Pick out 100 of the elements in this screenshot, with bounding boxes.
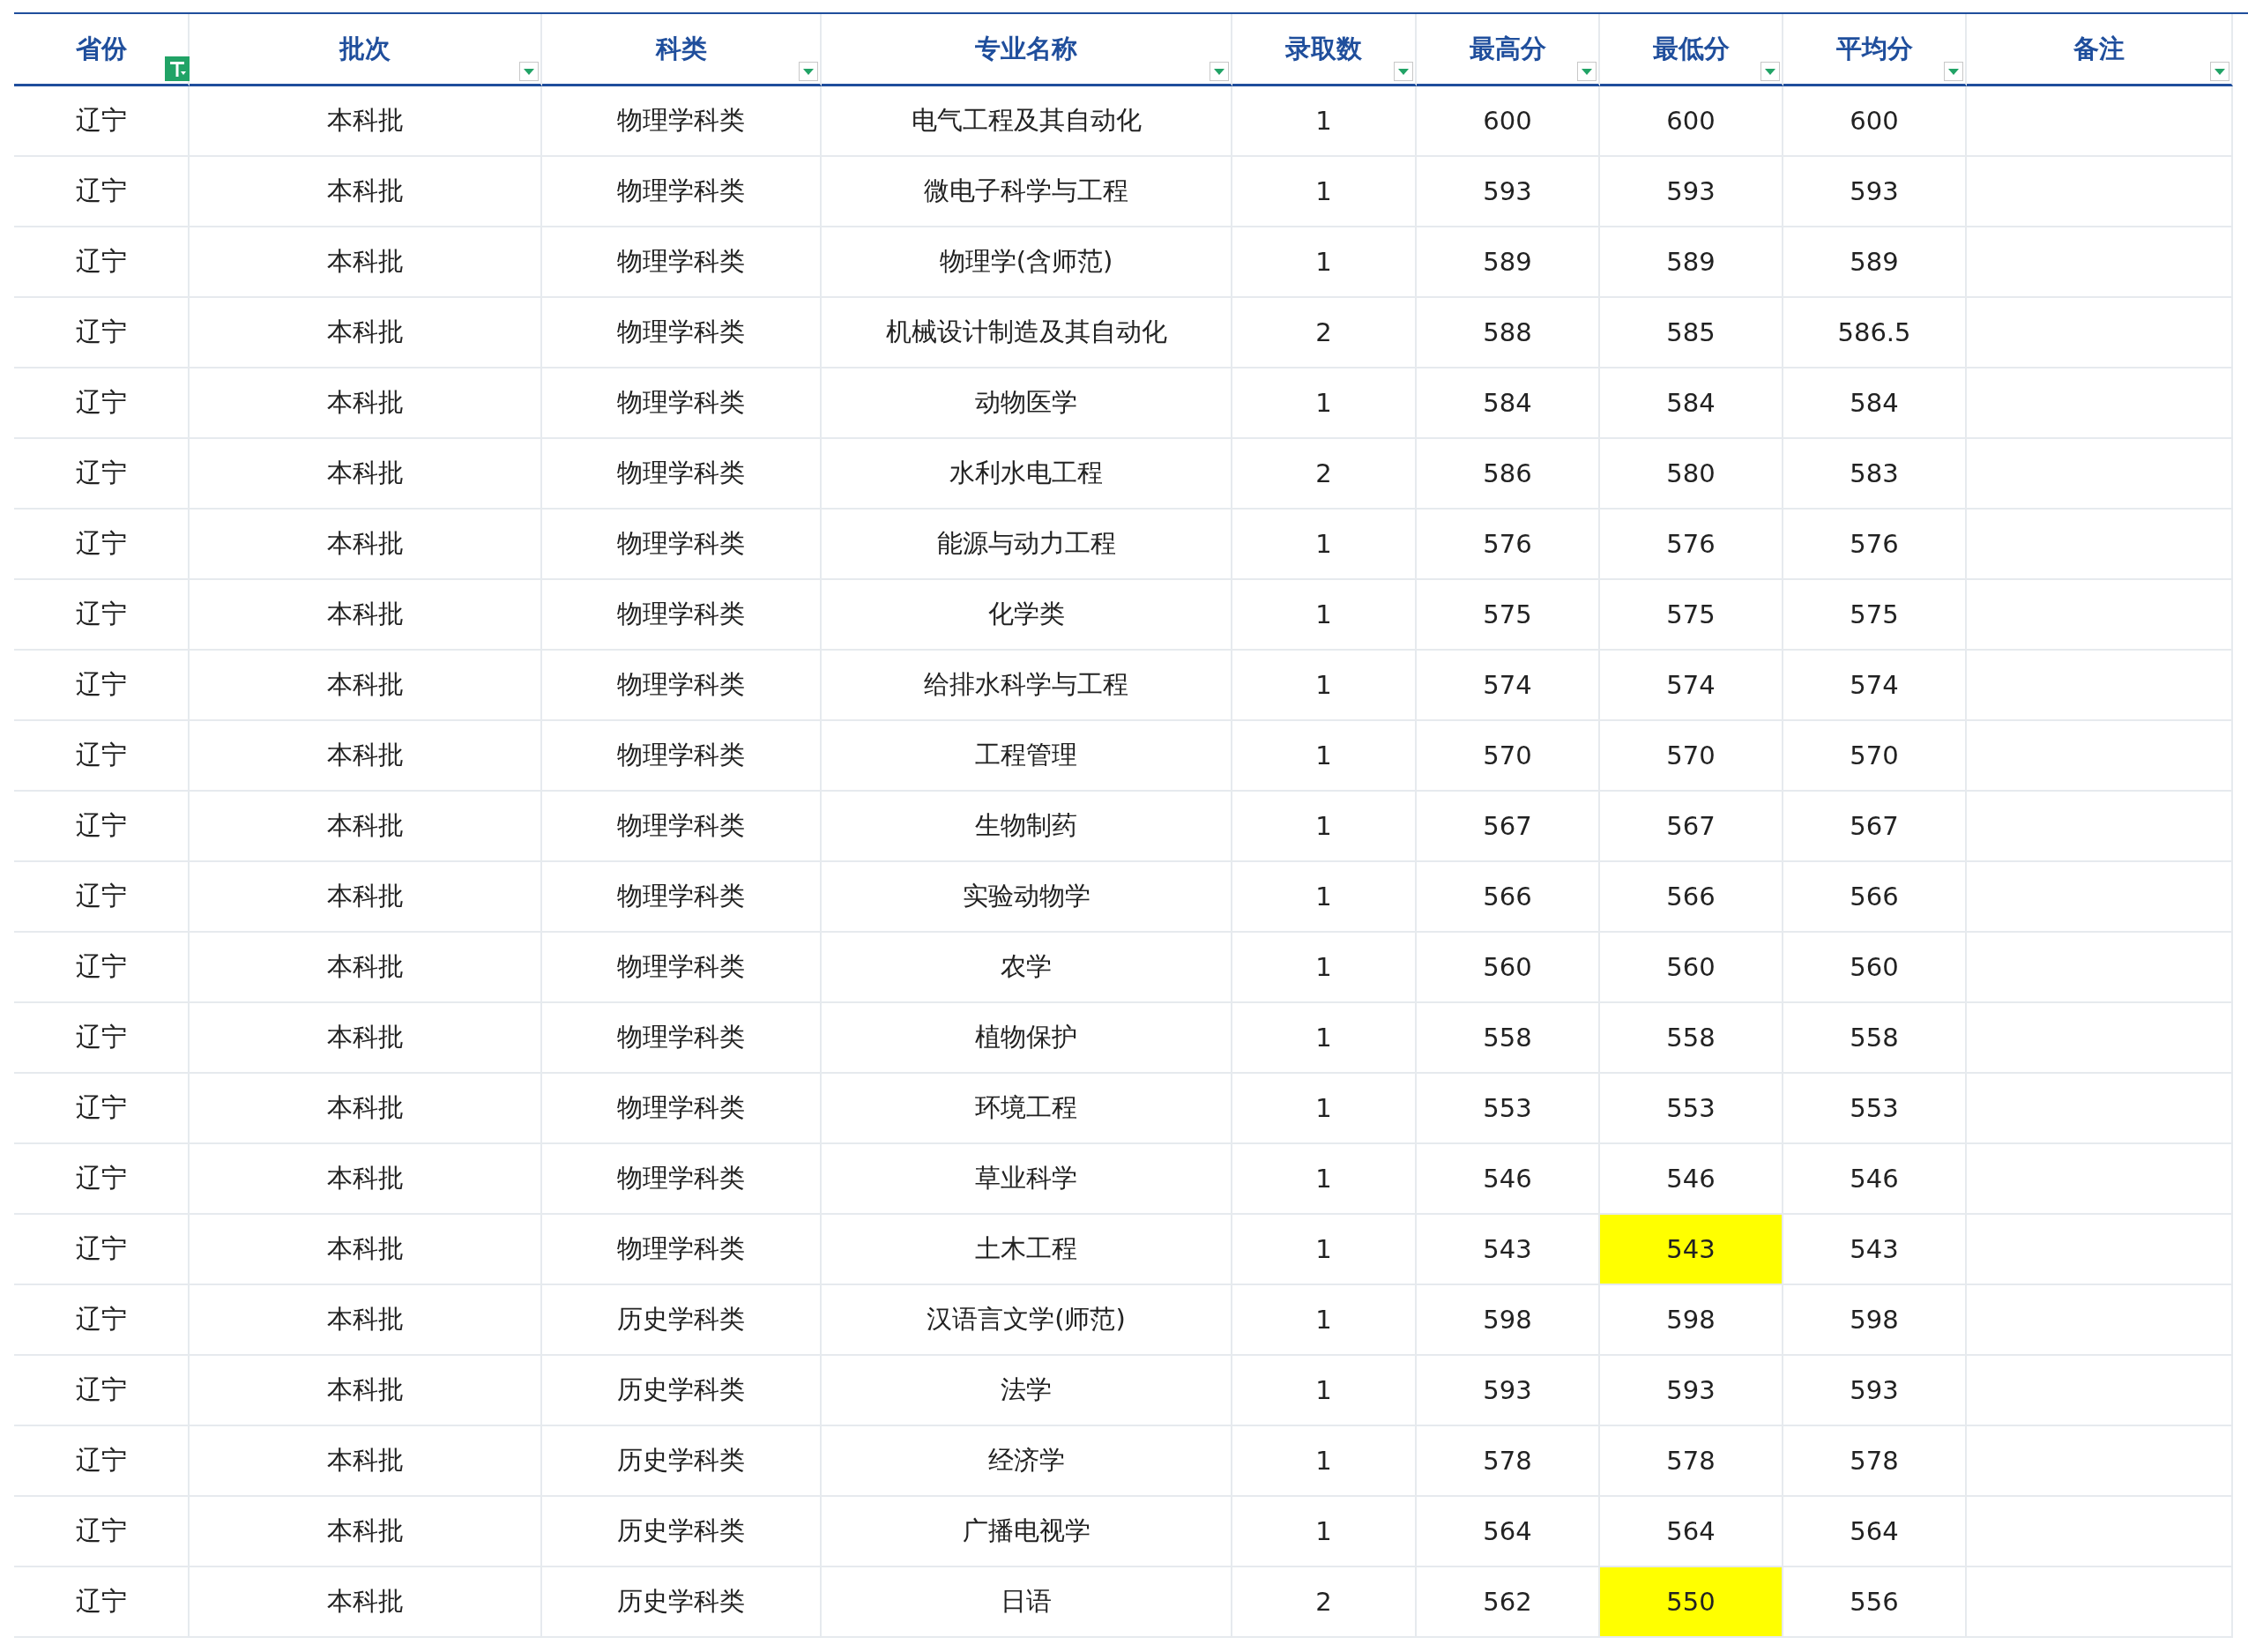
table-cell: 1	[1232, 1497, 1417, 1567]
table-cell: 本科批	[190, 368, 542, 439]
table-cell: 543	[1783, 1215, 1967, 1285]
table-cell: 本科批	[190, 510, 542, 580]
dropdown-icon[interactable]	[519, 62, 539, 81]
table-cell: 585	[1600, 298, 1783, 368]
table-cell: 给排水科学与工程	[822, 651, 1232, 721]
table-cell: 586.5	[1783, 298, 1967, 368]
table-cell: 本科批	[190, 1426, 542, 1497]
table-cell: 567	[1417, 792, 1600, 862]
table-cell: 物理学(含师范)	[822, 227, 1232, 298]
table-cell: 567	[1783, 792, 1967, 862]
table-cell: 580	[1600, 439, 1783, 510]
table-cell: 辽宁	[14, 1074, 190, 1144]
table-cell: 辽宁	[14, 862, 190, 933]
table-cell: 辽宁	[14, 368, 190, 439]
table-cell: 553	[1417, 1074, 1600, 1144]
table-cell: 本科批	[190, 1003, 542, 1074]
table-cell: 574	[1783, 651, 1967, 721]
table-cell: 物理学科类	[542, 86, 822, 157]
table-cell: 593	[1600, 1356, 1783, 1426]
table-cell: 微电子科学与工程	[822, 157, 1232, 227]
table-cell: 550	[1600, 1567, 1783, 1638]
table-cell: 植物保护	[822, 1003, 1232, 1074]
table-cell: 578	[1417, 1426, 1600, 1497]
table-cell: 598	[1783, 1285, 1967, 1356]
table-cell: 本科批	[190, 1497, 542, 1567]
table-cell: 物理学科类	[542, 862, 822, 933]
table-cell: 物理学科类	[542, 721, 822, 792]
dropdown-icon[interactable]	[799, 62, 818, 81]
table-cell: 593	[1783, 1356, 1967, 1426]
table-cell: 辽宁	[14, 1285, 190, 1356]
table-cell: 物理学科类	[542, 1144, 822, 1215]
table-cell: 1	[1232, 651, 1417, 721]
table-cell: 543	[1600, 1215, 1783, 1285]
table-cell: 本科批	[190, 1215, 542, 1285]
table-cell: 辽宁	[14, 1567, 190, 1638]
table-cell: 辽宁	[14, 721, 190, 792]
table-cell: 辽宁	[14, 86, 190, 157]
table-cell: 598	[1417, 1285, 1600, 1356]
dropdown-icon[interactable]	[1760, 62, 1780, 81]
dropdown-icon[interactable]	[1577, 62, 1597, 81]
table-cell: 558	[1783, 1003, 1967, 1074]
table-cell: 汉语言文学(师范)	[822, 1285, 1232, 1356]
table-cell: 578	[1600, 1426, 1783, 1497]
table-cell: 辽宁	[14, 933, 190, 1003]
dropdown-icon[interactable]	[1210, 62, 1229, 81]
table-cell: 1	[1232, 1144, 1417, 1215]
table-cell: 本科批	[190, 651, 542, 721]
filter-active-icon[interactable]	[165, 56, 190, 81]
table-cell: 1	[1232, 933, 1417, 1003]
table-cell: 物理学科类	[542, 1074, 822, 1144]
table-cell: 历史学科类	[542, 1497, 822, 1567]
table-cell: 工程管理	[822, 721, 1232, 792]
table-cell: 物理学科类	[542, 439, 822, 510]
table-cell: 广播电视学	[822, 1497, 1232, 1567]
table-cell: 584	[1417, 368, 1600, 439]
table-cell: 553	[1783, 1074, 1967, 1144]
table-cell: 578	[1783, 1426, 1967, 1497]
table-cell: 1	[1232, 1426, 1417, 1497]
table-cell: 机械设计制造及其自动化	[822, 298, 1232, 368]
table-cell: 辽宁	[14, 157, 190, 227]
table-cell: 1	[1232, 1003, 1417, 1074]
table-cell: 593	[1417, 1356, 1600, 1426]
column-header: 批次	[339, 32, 391, 65]
table-cell: 575	[1417, 580, 1600, 651]
table-cell: 辽宁	[14, 439, 190, 510]
dropdown-icon[interactable]	[2210, 62, 2229, 81]
table-cell: 570	[1600, 721, 1783, 792]
column-header: 专业名称	[975, 32, 1077, 65]
dropdown-icon[interactable]	[1394, 62, 1413, 81]
table-cell: 本科批	[190, 580, 542, 651]
table-cell: 历史学科类	[542, 1426, 822, 1497]
table-cell: 辽宁	[14, 227, 190, 298]
table-cell: 本科批	[190, 933, 542, 1003]
table-cell: 566	[1417, 862, 1600, 933]
table-cell: 556	[1783, 1567, 1967, 1638]
table-cell: 本科批	[190, 157, 542, 227]
table-cell: 546	[1417, 1144, 1600, 1215]
column-header: 录取数	[1285, 32, 1362, 65]
table-cell: 辽宁	[14, 580, 190, 651]
table-cell: 560	[1600, 933, 1783, 1003]
table-cell: 历史学科类	[542, 1285, 822, 1356]
table-cell: 576	[1600, 510, 1783, 580]
column-header: 最低分	[1652, 32, 1730, 65]
dropdown-icon[interactable]	[1944, 62, 1963, 81]
table-cell: 辽宁	[14, 651, 190, 721]
table-cell: 本科批	[190, 298, 542, 368]
table-cell: 560	[1783, 933, 1967, 1003]
table-cell: 2	[1232, 298, 1417, 368]
table-cell: 589	[1600, 227, 1783, 298]
table-cell: 实验动物学	[822, 862, 1232, 933]
table-cell: 586	[1417, 439, 1600, 510]
table-cell: 农学	[822, 933, 1232, 1003]
table-cell: 物理学科类	[542, 651, 822, 721]
table-cell: 物理学科类	[542, 933, 822, 1003]
table-cell: 1	[1232, 1356, 1417, 1426]
table-cell: 历史学科类	[542, 1567, 822, 1638]
table-cell: 辽宁	[14, 1003, 190, 1074]
table-cell: 辽宁	[14, 510, 190, 580]
